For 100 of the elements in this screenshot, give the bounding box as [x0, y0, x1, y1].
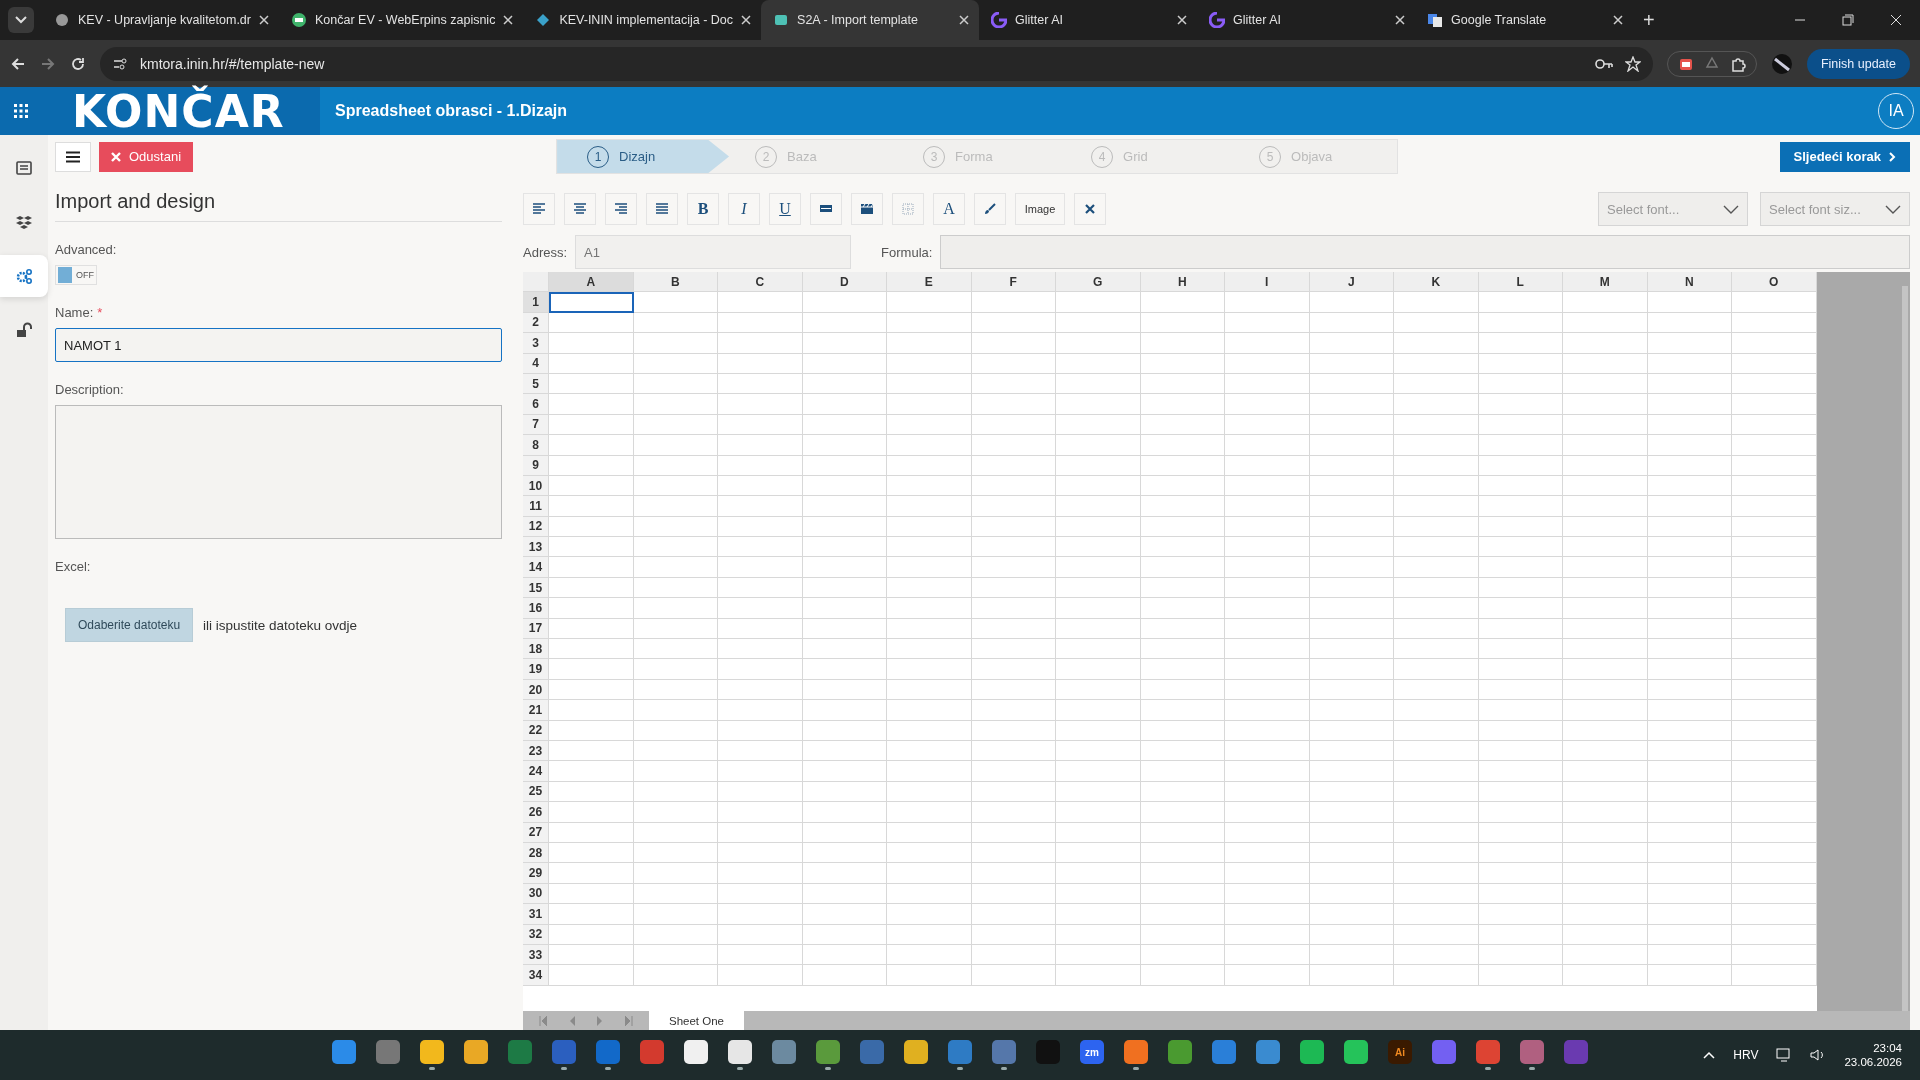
profile-icon[interactable]	[1770, 52, 1793, 75]
format-button[interactable]: U	[769, 193, 801, 225]
close-icon[interactable]	[259, 15, 269, 25]
next-step-button[interactable]: Sljedeći korak	[1779, 141, 1910, 172]
close-icon[interactable]	[1890, 14, 1902, 26]
star-icon[interactable]	[1624, 55, 1641, 72]
app-icon[interactable]	[464, 1040, 488, 1064]
puzzle-icon[interactable]	[1729, 55, 1746, 72]
chevron-up-icon[interactable]	[1703, 1051, 1716, 1059]
row-header: 20	[523, 679, 549, 701]
next-icon[interactable]	[597, 1015, 603, 1026]
browser-tab[interactable]: Končar EV - WebErpins zapisnic	[279, 0, 524, 40]
row-header: 26	[523, 802, 549, 823]
app-icon[interactable]	[1344, 1040, 1368, 1064]
required-mark: *	[97, 305, 103, 320]
app-icon[interactable]	[728, 1040, 752, 1064]
wizard-step[interactable]: 1 Dizajn	[557, 140, 730, 173]
reload-icon[interactable]	[70, 55, 86, 72]
back-icon[interactable]	[10, 55, 26, 72]
name-field[interactable]: NAMOT 1	[55, 328, 502, 362]
app-icon[interactable]	[816, 1040, 840, 1064]
selected-cell[interactable]	[549, 292, 634, 313]
chevron-down-icon[interactable]	[15, 16, 27, 24]
browser-tab[interactable]: S2A - Import template	[761, 0, 980, 40]
toolbar-button[interactable]	[974, 193, 1006, 225]
language-indicator[interactable]: HRV	[1733, 1048, 1759, 1062]
brush-icon	[984, 203, 996, 215]
toolbar-button[interactable]	[810, 193, 842, 225]
browser-tab[interactable]: Glitter AI	[979, 0, 1198, 40]
field-label: Formula:	[881, 244, 933, 260]
company-logo: KONČAR	[72, 85, 285, 137]
menu-button[interactable]	[55, 141, 91, 172]
browser-tab[interactable]: KEV-ININ implementacija - Doc	[523, 0, 762, 40]
taskbar-button[interactable]: zm	[1074, 1035, 1110, 1075]
site-icon	[54, 12, 70, 28]
table-fill-icon	[861, 203, 873, 215]
row-header: 7	[523, 414, 549, 436]
app-icon[interactable]: zm	[1080, 1040, 1104, 1064]
browser-tab[interactable]: KEV - Upravljanje kvalitetom.dr	[42, 0, 279, 40]
row-header: 34	[523, 965, 549, 986]
forward-icon[interactable]	[40, 55, 56, 72]
browser-tab[interactable]: Google Translate	[1415, 0, 1634, 40]
formula-field[interactable]	[940, 235, 1910, 269]
advanced-toggle[interactable]: OFF	[55, 265, 97, 285]
field-label: Adress:	[523, 244, 568, 260]
first-icon[interactable]	[539, 1015, 547, 1026]
apps-grid-icon[interactable]	[14, 104, 28, 118]
update-button[interactable]: Finish update	[1806, 48, 1910, 79]
sidebar-item[interactable]	[0, 255, 48, 297]
new-tab-button[interactable]: +	[1643, 8, 1655, 32]
restore-icon[interactable]	[1842, 14, 1854, 26]
app-icon[interactable]: Ai	[1388, 1040, 1412, 1064]
clock-date[interactable]: 23.06.2026	[1844, 1056, 1902, 1068]
column-header: C	[718, 272, 803, 292]
description-field[interactable]	[55, 405, 502, 539]
app-icon[interactable]	[1124, 1040, 1148, 1064]
close-icon[interactable]	[1177, 15, 1188, 25]
key-icon[interactable]	[1594, 57, 1613, 70]
toolbar-button[interactable]	[605, 193, 637, 225]
choose-file-button[interactable]: Odaberite datoteku	[65, 608, 194, 642]
column-header: L	[1478, 272, 1563, 292]
format-button[interactable]: A	[933, 193, 965, 225]
previous-icon[interactable]	[569, 1015, 575, 1026]
toolbar-button[interactable]	[564, 193, 596, 225]
scrollbar[interactable]	[1902, 286, 1908, 1011]
app-icon[interactable]	[1300, 1040, 1324, 1064]
address-bar[interactable]: kmtora.inin.hr/#/template-new	[100, 46, 1653, 81]
toolbar-button[interactable]	[523, 193, 555, 225]
app-icon[interactable]	[420, 1040, 444, 1064]
close-icon[interactable]	[503, 15, 514, 25]
row-header: 21	[523, 700, 549, 721]
close-icon[interactable]	[1395, 15, 1406, 25]
close-icon[interactable]	[1613, 15, 1624, 25]
last-icon[interactable]	[625, 1015, 633, 1026]
align-left-icon	[533, 203, 545, 215]
format-button[interactable]: B	[687, 193, 719, 225]
row-header: 33	[523, 944, 549, 966]
format-button[interactable]: I	[728, 193, 760, 225]
merge-cells-icon	[820, 203, 832, 215]
header-corner	[523, 272, 549, 292]
site-icon	[773, 12, 790, 28]
image-button[interactable]: Image	[1015, 193, 1065, 225]
app-icon[interactable]	[904, 1040, 928, 1064]
network-icon[interactable]	[1776, 1048, 1793, 1062]
close-icon[interactable]	[741, 15, 752, 25]
browser-tab[interactable]: Glitter AI	[1197, 0, 1416, 40]
toolbar-button[interactable]	[1074, 193, 1106, 225]
sheet-tab[interactable]: Sheet One	[649, 1011, 744, 1030]
taskbar-button[interactable]: Ai	[1382, 1035, 1418, 1075]
clock-time[interactable]: 23:04	[1873, 1042, 1902, 1054]
close-icon[interactable]	[959, 15, 970, 25]
site-settings-icon[interactable]	[112, 55, 128, 72]
address-field[interactable]: A1	[575, 235, 852, 269]
column-header: O	[1732, 272, 1817, 292]
toolbar-button[interactable]	[851, 193, 883, 225]
app-icon[interactable]	[684, 1040, 708, 1064]
cancel-button[interactable]: Odustani	[99, 141, 194, 172]
borders-icon	[902, 203, 914, 215]
toolbar-button[interactable]	[646, 193, 678, 225]
row-header: 14	[523, 557, 549, 578]
